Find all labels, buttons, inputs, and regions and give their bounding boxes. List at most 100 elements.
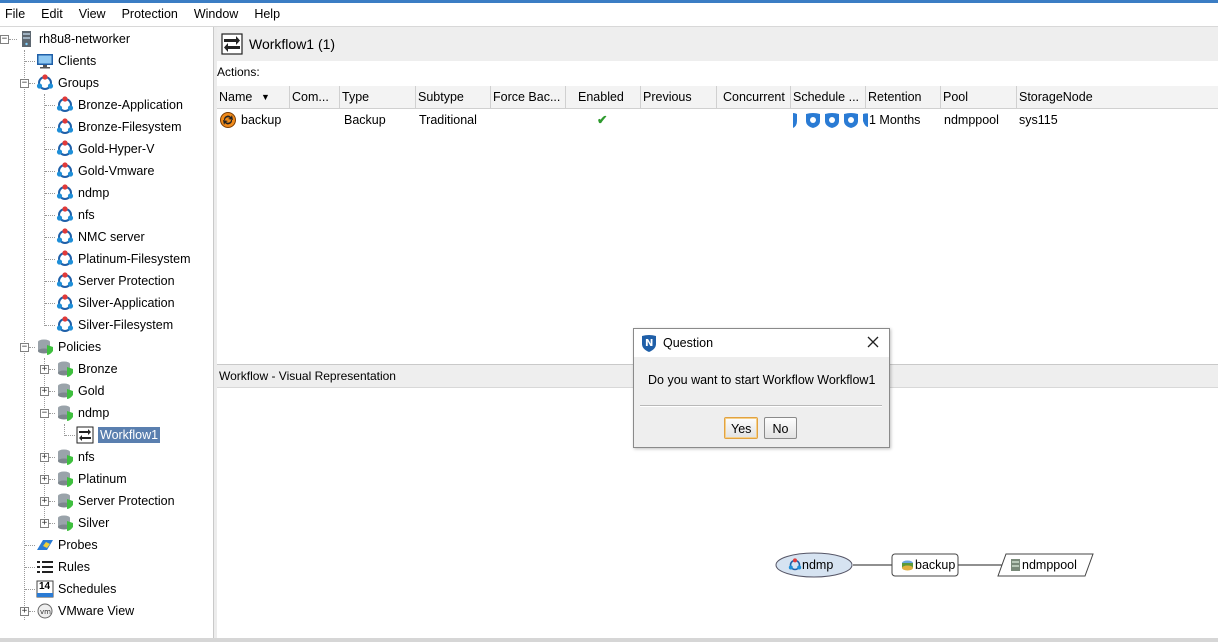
tree-item-clients[interactable]: Clients	[36, 50, 96, 72]
tree-item-workflow1[interactable]: Workflow1	[76, 424, 161, 446]
close-icon[interactable]	[866, 335, 880, 349]
vmware-expand-toggle[interactable]: +	[20, 607, 29, 616]
policy-expand-toggle[interactable]: +	[40, 387, 49, 396]
group-icon	[56, 206, 74, 224]
tree-item-group[interactable]: Gold-Hyper-V	[56, 138, 154, 160]
tree-line	[65, 435, 75, 436]
menu-view[interactable]: View	[71, 3, 114, 26]
tree-item-policies[interactable]: Policies	[36, 336, 101, 358]
tree-line	[45, 171, 55, 172]
tree-item-policy-ndmp[interactable]: ndmp	[56, 402, 109, 424]
column-header-name[interactable]: Name ▼	[217, 86, 290, 108]
dialog-title-bar[interactable]: N Question	[634, 329, 889, 357]
yes-button[interactable]: Yes	[724, 417, 758, 439]
policy-icon	[56, 470, 74, 488]
no-button[interactable]: No	[764, 417, 797, 439]
tree-item-group[interactable]: nfs	[56, 204, 95, 226]
tree-item-group[interactable]: ndmp	[56, 182, 109, 204]
group-icon	[56, 184, 74, 202]
tree-item-group[interactable]: Silver-Filesystem	[56, 314, 173, 336]
policy-collapse-toggle[interactable]: −	[40, 409, 49, 418]
diagram-group-node[interactable]: ndmp	[788, 554, 833, 576]
tree-root[interactable]: rh8u8-networker	[17, 28, 130, 50]
policy-expand-toggle[interactable]: +	[40, 497, 49, 506]
tree-item-group[interactable]: Gold-Vmware	[56, 160, 154, 182]
tree-item-policy[interactable]: Bronze	[56, 358, 118, 380]
menu-edit[interactable]: Edit	[33, 3, 71, 26]
column-header-enabled[interactable]: Enabled	[566, 86, 641, 108]
tree-item-policy[interactable]: Silver	[56, 512, 109, 534]
diagram-group-label: ndmp	[802, 558, 834, 572]
schedule-shield-icon	[805, 113, 820, 128]
policies-collapse-toggle[interactable]: −	[20, 343, 29, 352]
tree-item-group[interactable]: Bronze-Application	[56, 94, 183, 116]
tree-item-groups[interactable]: Groups	[36, 72, 99, 94]
column-header-storage-node[interactable]: StorageNode	[1017, 86, 1218, 108]
policy-icon	[56, 382, 74, 400]
diagram-pool-node[interactable]: ndmppool	[1010, 554, 1077, 576]
workflow-icon	[76, 426, 94, 444]
navigation-tree: − rh8u8-networker Clients − Groups Bronz…	[0, 27, 214, 638]
column-header-force-backup[interactable]: Force Bac...	[491, 86, 566, 108]
tree-line	[49, 457, 55, 458]
menu-window[interactable]: Window	[186, 3, 246, 26]
actions-label: Actions:	[217, 65, 260, 79]
tree-item-probes[interactable]: Probes	[36, 534, 98, 556]
cell-storage-node: sys115	[1019, 113, 1058, 127]
column-header-retention[interactable]: Retention	[866, 86, 941, 108]
tree-item-label: Gold-Vmware	[78, 164, 155, 178]
table-row[interactable]: backup Backup Traditional ✔ 1 Months ndm…	[217, 109, 1218, 131]
tree-item-group[interactable]: Server Protection	[56, 270, 175, 292]
menu-help[interactable]: Help	[246, 3, 288, 26]
tree-line	[29, 347, 35, 348]
tree-item-vmware-view[interactable]: vm VMware View	[36, 600, 134, 622]
tree-root-label: rh8u8-networker	[39, 32, 131, 46]
tree-line	[45, 281, 55, 282]
tree-item-group[interactable]: Platinum-Filesystem	[56, 248, 191, 270]
tree-item-group[interactable]: Silver-Application	[56, 292, 175, 314]
policy-icon	[56, 514, 74, 532]
tree-item-schedules[interactable]: 14 Schedules	[36, 578, 116, 600]
policy-expand-toggle[interactable]: +	[40, 475, 49, 484]
tree-item-label: Clients	[58, 54, 97, 68]
tree-item-rules[interactable]: Rules	[36, 556, 90, 578]
cell-name: backup	[217, 109, 292, 131]
tree-item-group[interactable]: NMC server	[56, 226, 145, 248]
question-dialog: N Question Do you want to start Workflow…	[633, 328, 890, 448]
groups-collapse-toggle[interactable]: −	[20, 79, 29, 88]
group-icon	[36, 74, 54, 92]
group-icon	[56, 294, 74, 312]
tree-item-policy[interactable]: Server Protection	[56, 490, 175, 512]
tree-item-label: Gold-Hyper-V	[78, 142, 155, 156]
vmware-icon: vm	[36, 602, 54, 620]
column-header-schedule[interactable]: Schedule ...	[791, 86, 866, 108]
tree-line	[25, 589, 35, 590]
tree-item-policy[interactable]: Platinum	[56, 468, 127, 490]
column-header-previous[interactable]: Previous	[641, 86, 717, 108]
tree-item-label: Groups	[58, 76, 99, 90]
menu-file[interactable]: File	[0, 3, 33, 26]
tree-line	[45, 215, 55, 216]
diagram-action-node[interactable]: backup	[901, 554, 955, 576]
tree-item-policy[interactable]: Gold	[56, 380, 104, 402]
tree-item-policy[interactable]: nfs	[56, 446, 95, 468]
group-icon	[56, 272, 74, 290]
column-header-comment[interactable]: Com...	[290, 86, 340, 108]
policy-expand-toggle[interactable]: +	[40, 453, 49, 462]
tree-item-label: Workflow1	[98, 427, 161, 443]
column-header-type[interactable]: Type	[340, 86, 416, 108]
dialog-message: Do you want to start Workflow Workflow1	[648, 373, 876, 387]
column-header-pool[interactable]: Pool	[941, 86, 1017, 108]
tree-line	[49, 413, 55, 414]
tree-item-label: Silver-Application	[78, 296, 175, 310]
monitor-icon	[36, 52, 54, 70]
tree-line	[49, 479, 55, 480]
menu-protection[interactable]: Protection	[114, 3, 186, 26]
policy-expand-toggle[interactable]: +	[40, 365, 49, 374]
column-header-concurrent[interactable]: Concurrent	[717, 86, 791, 108]
tree-item-group[interactable]: Bronze-Filesystem	[56, 116, 182, 138]
root-collapse-toggle[interactable]: −	[0, 35, 9, 44]
cell-schedule	[791, 109, 868, 131]
column-header-subtype[interactable]: Subtype	[416, 86, 491, 108]
policy-expand-toggle[interactable]: +	[40, 519, 49, 528]
